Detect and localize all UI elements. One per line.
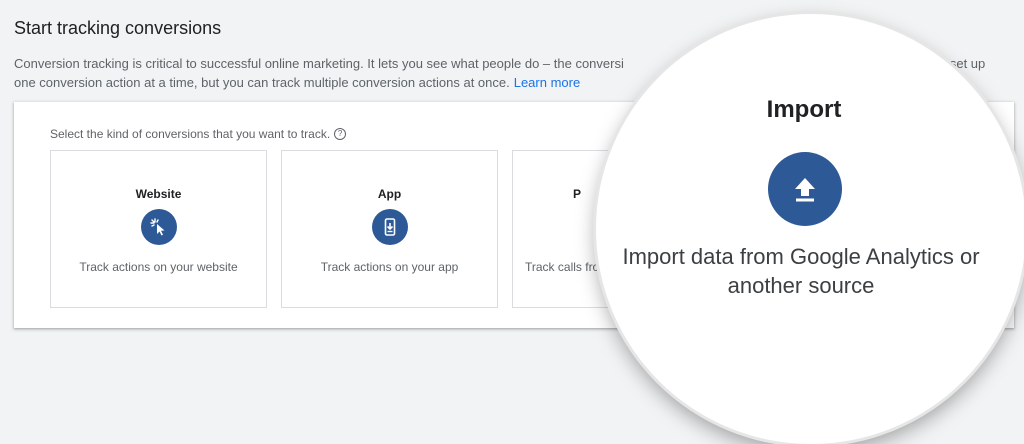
import-desc-line-1: Import data from Google Analytics or [622,244,980,269]
import-desc-line-2: another source [727,273,875,298]
import-title: Import [766,96,842,123]
import-description: Import data from Google Analytics or ano… [596,242,1006,300]
card-title: App [377,187,402,201]
prompt-text: Select the kind of conversions that you … [50,127,331,141]
import-magnifier[interactable]: Import Import data from Google Analytics… [596,14,1024,444]
help-icon[interactable]: ? [334,128,347,140]
card-description: Track actions on your app [320,260,459,274]
website-card[interactable]: Website Track actions on your website [50,150,267,308]
page-title: Start tracking conversions [14,18,222,38]
card-title: P [573,187,582,201]
cursor-click-icon [140,209,177,245]
phone-download-icon [371,209,408,245]
intro-line-2: one conversion action at a time, but you… [14,75,510,90]
card-description: Track actions on your website [79,260,238,274]
upload-icon [768,152,842,226]
app-card[interactable]: App Track actions on your app [281,150,498,308]
conversion-prompt: Select the kind of conversions that you … [50,127,347,141]
intro-line-1: Conversion tracking is critical to succe… [14,56,624,71]
card-title: Website [135,187,182,201]
learn-more-link[interactable]: Learn more [514,75,580,90]
